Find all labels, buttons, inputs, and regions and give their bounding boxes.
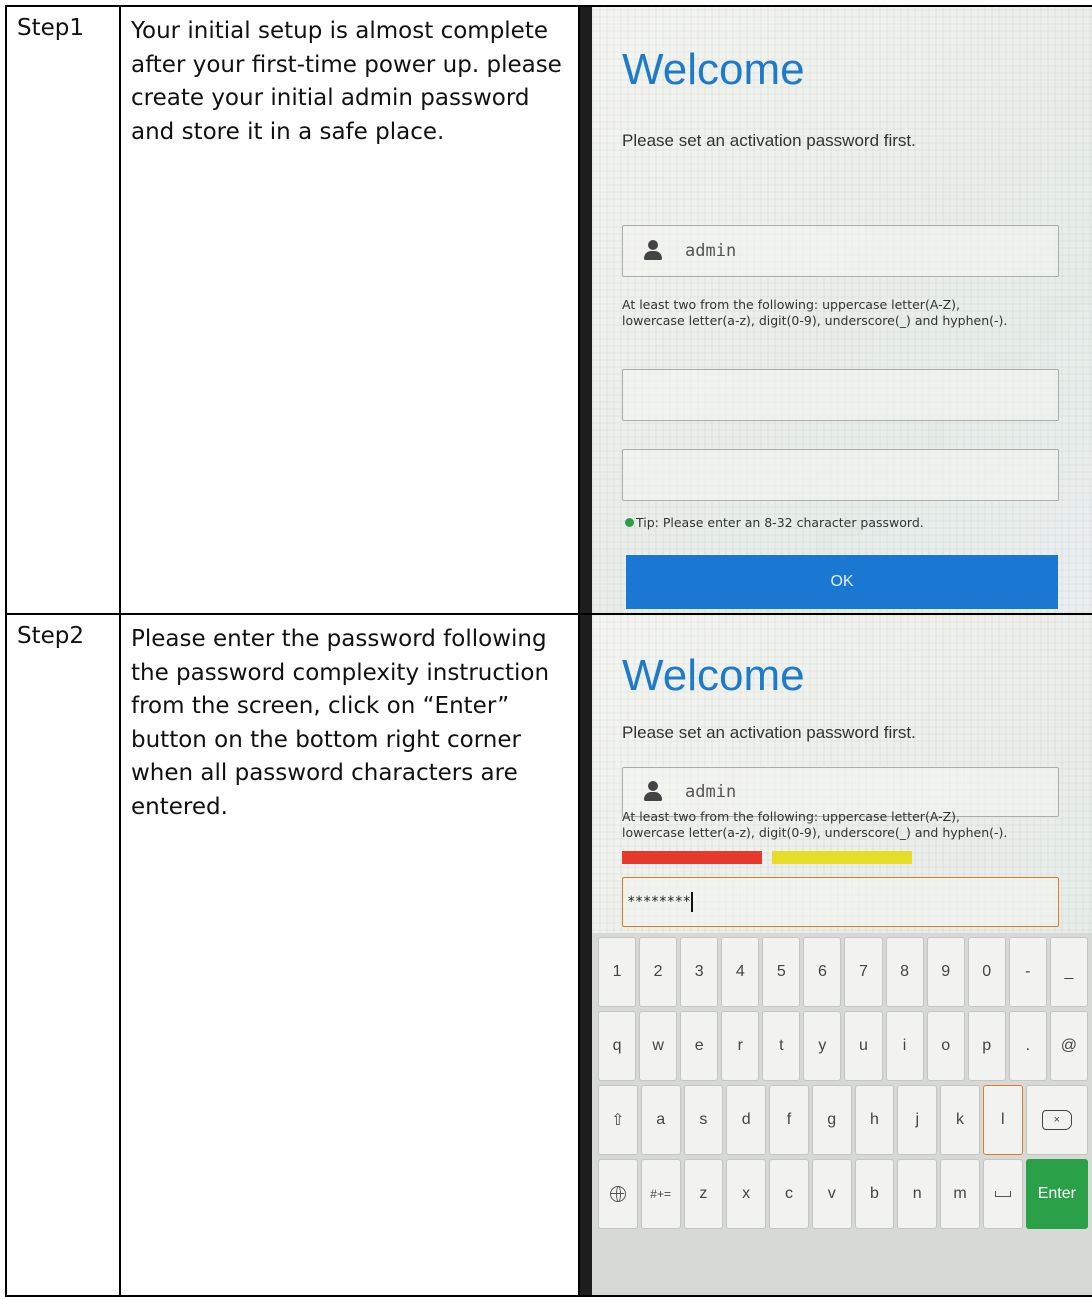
keyboard-key[interactable]: 8 xyxy=(885,937,924,1007)
keyboard-key[interactable]: p xyxy=(967,1011,1006,1081)
step-row-1: Step1 Your initial setup is almost compl… xyxy=(5,5,1092,615)
enter-button[interactable]: Enter xyxy=(1025,1159,1089,1229)
welcome-subtitle: Please set an activation password first. xyxy=(622,131,916,150)
keyboard-row-bottom: #+= z x c v b n m Enter xyxy=(598,1159,1089,1229)
keyboard-key[interactable]: 4 xyxy=(721,937,760,1007)
step-description: Your initial setup is almost complete af… xyxy=(131,18,562,145)
step-row-2: Step2 Please enter the password followin… xyxy=(5,613,1092,1297)
shift-icon[interactable]: ⇧ xyxy=(598,1085,638,1155)
keyboard-key[interactable]: i xyxy=(885,1011,924,1081)
backspace-icon: × xyxy=(1041,1110,1072,1130)
keyboard-key[interactable]: a xyxy=(640,1085,681,1155)
keyboard-key[interactable]: v xyxy=(811,1159,852,1229)
keyboard-key[interactable]: d xyxy=(726,1085,767,1155)
text-caret xyxy=(691,892,694,912)
keyboard-key[interactable]: k xyxy=(940,1085,980,1155)
keyboard-key[interactable]: t xyxy=(762,1011,801,1081)
on-screen-keyboard: 1 2 3 4 5 6 7 8 9 0- _ q w e r t y u i o p. @ ⇧ a s d f g h j k l × #… xyxy=(592,933,1092,1295)
confirm-password-field[interactable] xyxy=(622,449,1059,501)
step-description: Please enter the password following the … xyxy=(131,626,550,820)
welcome-title: Welcome xyxy=(622,651,805,700)
step-text-cell: Please enter the password following the … xyxy=(119,613,580,1297)
keyboard-key[interactable]: c xyxy=(769,1159,809,1229)
strength-bar-medium xyxy=(772,851,912,864)
password-field[interactable] xyxy=(622,369,1059,421)
keyboard-key[interactable]: g xyxy=(811,1085,852,1155)
keyboard-key[interactable]: - xyxy=(1008,937,1047,1007)
keyboard-key[interactable]: 5 xyxy=(762,937,801,1007)
keyboard-key[interactable]: 1 xyxy=(598,937,637,1007)
globe-icon xyxy=(609,1186,626,1202)
backspace-key[interactable]: × xyxy=(1025,1085,1089,1155)
keyboard-key[interactable]: q xyxy=(598,1011,637,1081)
keyboard-key[interactable]: u xyxy=(844,1011,883,1081)
password-tip: Tip: Please enter an 8-32 character pass… xyxy=(636,515,924,530)
keyboard-key[interactable]: b xyxy=(854,1159,895,1229)
keyboard-key[interactable]: h xyxy=(854,1085,895,1155)
keyboard-key[interactable]: _ xyxy=(1049,937,1088,1007)
password-rule-line-1: At least two from the following: upperca… xyxy=(622,297,961,312)
password-value: ******** xyxy=(627,894,691,910)
step-label-cell: Step1 xyxy=(5,5,121,615)
password-rule-line-1: At least two from the following: upperca… xyxy=(622,809,961,824)
keyboard-row-middle: ⇧ a s d f g h j k l × xyxy=(598,1085,1089,1155)
space-key[interactable] xyxy=(982,1159,1023,1229)
keyboard-key[interactable]: o xyxy=(926,1011,965,1081)
keyboard-key[interactable]: n xyxy=(897,1159,938,1229)
username-value: admin xyxy=(685,782,737,802)
welcome-screen-with-keyboard: Welcome Please set an activation passwor… xyxy=(580,615,1092,1295)
step-label: Step1 xyxy=(17,15,85,41)
welcome-screen: Welcome Please set an activation passwor… xyxy=(580,7,1092,613)
ok-button-label: OK xyxy=(830,573,854,590)
step-text-cell: Your initial setup is almost complete af… xyxy=(119,5,580,615)
ok-button[interactable]: OK xyxy=(626,555,1058,609)
keyboard-key[interactable]: 6 xyxy=(803,937,842,1007)
keyboard-key[interactable]: y xyxy=(803,1011,842,1081)
keyboard-key[interactable]: e xyxy=(680,1011,719,1081)
username-value: admin xyxy=(685,241,737,261)
step-label-cell: Step2 xyxy=(5,613,121,1297)
user-icon xyxy=(643,781,663,803)
tip-dot-icon xyxy=(625,518,634,527)
username-field[interactable]: admin xyxy=(622,225,1059,277)
keyboard-key[interactable]: w xyxy=(639,1011,678,1081)
keyboard-key[interactable]: l xyxy=(982,1085,1023,1155)
step-label: Step2 xyxy=(17,623,85,649)
password-field[interactable]: ******** xyxy=(622,877,1059,927)
keyboard-key[interactable]: f xyxy=(769,1085,809,1155)
keyboard-key[interactable]: s xyxy=(683,1085,724,1155)
keyboard-key[interactable]: 7 xyxy=(844,937,883,1007)
keyboard-key[interactable]: 3 xyxy=(680,937,719,1007)
setup-guide-table: Step1 Your initial setup is almost compl… xyxy=(5,5,1092,1297)
keyboard-key[interactable]: m xyxy=(940,1159,980,1229)
step-screenshot-cell: Welcome Please set an activation passwor… xyxy=(578,5,1092,615)
symbols-key[interactable]: #+= xyxy=(640,1159,681,1229)
keyboard-key[interactable]: 0 xyxy=(967,937,1006,1007)
password-rule-line-2: lowercase letter(a-z), digit(0-9), under… xyxy=(622,825,1008,840)
welcome-title: Welcome xyxy=(622,45,805,94)
keyboard-key[interactable]: r xyxy=(721,1011,760,1081)
keyboard-key[interactable]: 2 xyxy=(639,937,678,1007)
keyboard-key[interactable]: . xyxy=(1008,1011,1047,1081)
password-rule-line-2: lowercase letter(a-z), digit(0-9), under… xyxy=(622,313,1008,328)
strength-bar-weak xyxy=(622,851,762,864)
globe-key[interactable] xyxy=(598,1159,638,1229)
keyboard-key[interactable]: 9 xyxy=(926,937,965,1007)
keyboard-key[interactable]: x xyxy=(726,1159,767,1229)
keyboard-row-digits: 1 2 3 4 5 6 7 8 9 0- _ xyxy=(598,937,1088,1007)
keyboard-key[interactable]: z xyxy=(683,1159,724,1229)
space-icon xyxy=(994,1191,1011,1197)
user-icon xyxy=(643,240,663,262)
keyboard-key[interactable]: j xyxy=(897,1085,938,1155)
keyboard-row-top: q w e r t y u i o p. @ xyxy=(598,1011,1088,1081)
keyboard-key[interactable]: @ xyxy=(1049,1011,1088,1081)
welcome-subtitle: Please set an activation password first. xyxy=(622,723,916,742)
step-screenshot-cell: Welcome Please set an activation passwor… xyxy=(578,613,1092,1297)
